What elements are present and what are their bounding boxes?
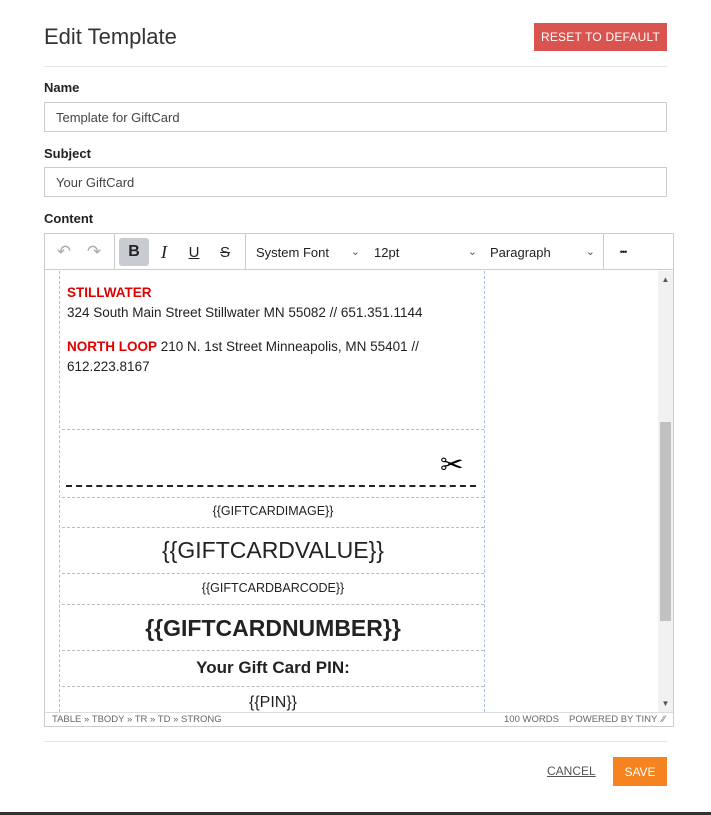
giftcard-value-placeholder: {{GIFTCARDVALUE}} — [162, 537, 384, 563]
header-divider — [44, 66, 667, 67]
table-row-divider — [62, 429, 484, 430]
page-title: Edit Template — [44, 24, 177, 49]
editor-toolbar: ↶ ↷ B I U S System Font ⌄ 12pt ⌄ Paragra… — [45, 234, 673, 270]
name-label: Name — [44, 80, 80, 95]
content-label: Content — [44, 211, 94, 226]
block-format-select[interactable]: Paragraph ⌄ — [490, 238, 595, 266]
pin-label: Your Gift Card PIN: — [196, 658, 350, 677]
store-north-loop: NORTH LOOP 210 N. 1st Street Minneapolis… — [67, 337, 477, 377]
scissors-icon: ✂ — [440, 449, 464, 480]
word-count[interactable]: 100 WORDS — [504, 714, 559, 725]
store-name: STILLWATER — [67, 285, 152, 300]
name-input[interactable] — [44, 102, 667, 132]
table-row-divider — [62, 604, 484, 605]
giftcard-barcode-placeholder: {{GIFTCARDBARCODE}} — [201, 581, 345, 595]
pin-placeholder: {{PIN}} — [248, 694, 298, 711]
subject-label: Subject — [44, 146, 91, 161]
redo-icon[interactable]: ↷ — [79, 238, 109, 266]
scrollbar-thumb[interactable] — [660, 422, 671, 621]
table-row-divider — [62, 650, 484, 651]
store-address: 324 South Main Street Stillwater MN 5508… — [67, 305, 423, 320]
underline-button[interactable]: U — [179, 238, 209, 266]
rich-text-editor: ↶ ↷ B I U S System Font ⌄ 12pt ⌄ Paragra… — [44, 233, 674, 727]
table-row-divider — [62, 497, 484, 498]
cancel-button[interactable]: CANCEL — [547, 764, 596, 778]
scroll-down-arrow[interactable]: ▼ — [658, 699, 673, 708]
subject-input[interactable] — [44, 167, 667, 197]
chevron-down-icon: ⌄ — [350, 246, 360, 258]
table-row-divider — [62, 573, 484, 574]
font-size-value: 12pt — [374, 244, 400, 260]
toolbar-separator — [245, 234, 246, 270]
scroll-up-arrow[interactable]: ▲ — [658, 275, 673, 284]
font-size-select[interactable]: 12pt ⌄ — [374, 238, 477, 266]
table-row-divider — [62, 527, 484, 528]
table-row-divider — [62, 686, 484, 687]
store-name: NORTH LOOP — [67, 339, 157, 354]
bold-button[interactable]: B — [119, 238, 149, 266]
chevron-down-icon: ⌄ — [467, 246, 477, 258]
editor-scrollbar[interactable]: ▲ ▼ — [658, 271, 673, 712]
store-stillwater: STILLWATER 324 South Main Street Stillwa… — [67, 283, 477, 323]
element-path[interactable]: TABLE » TBODY » TR » TD » STRONG — [52, 714, 222, 725]
block-format-value: Paragraph — [490, 244, 551, 260]
font-family-select[interactable]: System Font ⌄ — [256, 238, 360, 266]
chevron-down-icon: ⌄ — [585, 246, 595, 258]
strikethrough-button[interactable]: S — [210, 238, 240, 266]
editor-content-area[interactable]: STILLWATER 324 South Main Street Stillwa… — [45, 271, 658, 712]
more-options-icon[interactable]: ••• — [608, 238, 638, 266]
italic-button[interactable]: I — [149, 238, 179, 266]
editor-statusbar: TABLE » TBODY » TR » TD » STRONG 100 WOR… — [45, 712, 673, 726]
reset-to-default-button[interactable]: RESET TO DEFAULT — [534, 23, 667, 51]
font-family-value: System Font — [256, 244, 329, 260]
footer-divider — [44, 741, 667, 742]
cut-line — [66, 485, 476, 487]
template-page: STILLWATER 324 South Main Street Stillwa… — [59, 271, 485, 712]
giftcard-number-placeholder: {{GIFTCARDNUMBER}} — [145, 615, 401, 641]
toolbar-separator — [114, 234, 115, 270]
save-button[interactable]: SAVE — [613, 757, 667, 786]
toolbar-separator — [603, 234, 604, 270]
powered-by-link[interactable]: POWERED BY TINY — [569, 714, 657, 725]
undo-icon[interactable]: ↶ — [49, 238, 79, 266]
resize-handle-icon[interactable]: ∕∕ — [662, 714, 665, 725]
giftcard-image-placeholder: {{GIFTCARDIMAGE}} — [212, 504, 334, 518]
